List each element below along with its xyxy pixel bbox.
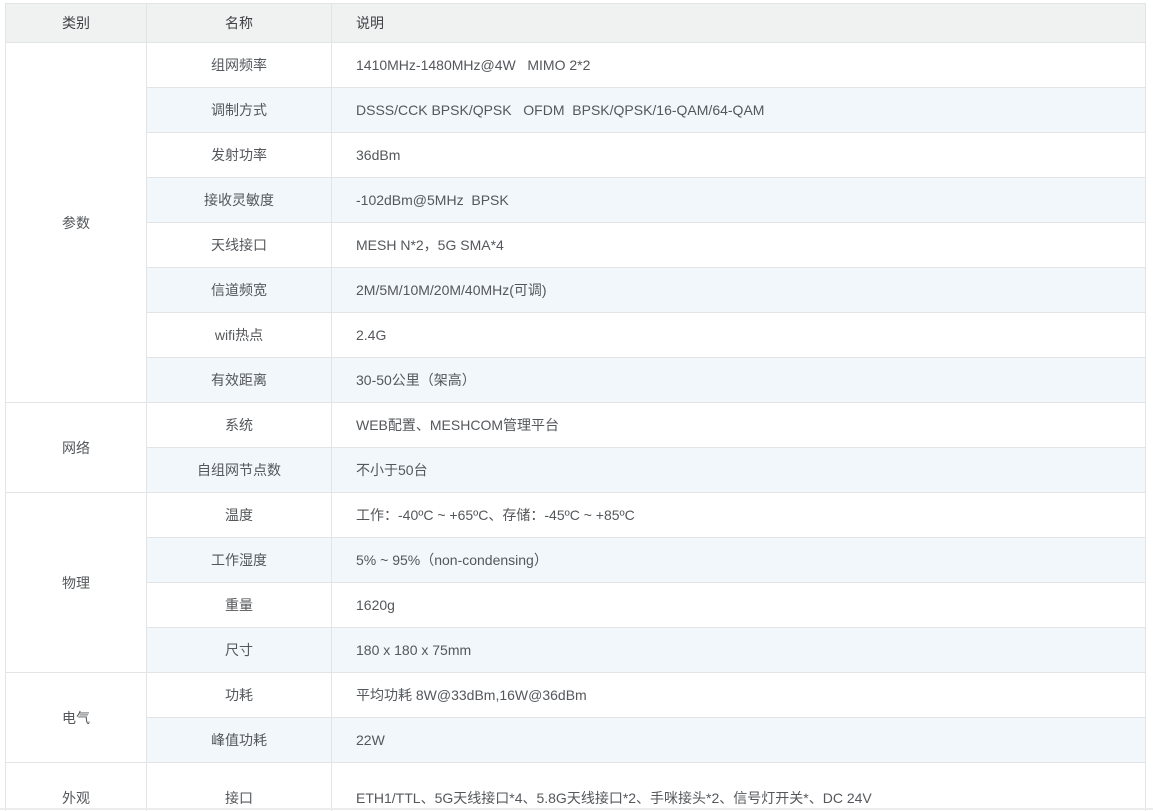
description-cell: 1410MHz-1480MHz@4W MIMO 2*2: [332, 43, 1146, 88]
description-cell: 30-50公里（架高）: [332, 358, 1146, 403]
name-cell: 尺寸: [147, 628, 332, 673]
name-cell: 组网频率: [147, 43, 332, 88]
description-cell: 2.4G: [332, 313, 1146, 358]
header-category: 类别: [6, 4, 147, 43]
table-row: 电气功耗平均功耗 8W@33dBm,16W@36dBm: [6, 673, 1146, 718]
bottom-divider: [0, 808, 1153, 810]
name-cell: 系统: [147, 403, 332, 448]
description-cell: 不小于50台: [332, 448, 1146, 493]
header-description: 说明: [332, 4, 1146, 43]
description-cell: ETH1/TTL、5G天线接口*4、5.8G天线接口*2、手咪接头*2、信号灯开…: [332, 763, 1146, 811]
category-cell: 参数: [6, 43, 147, 403]
name-cell: 工作湿度: [147, 538, 332, 583]
spec-table: 类别 名称 说明 参数组网频率1410MHz-1480MHz@4W MIMO 2…: [5, 3, 1146, 811]
table-row: 有效距离30-50公里（架高）: [6, 358, 1146, 403]
table-body: 参数组网频率1410MHz-1480MHz@4W MIMO 2*2调制方式DSS…: [6, 43, 1146, 811]
name-cell: 重量: [147, 583, 332, 628]
table-row: 信道频宽2M/5M/10M/20M/40MHz(可调): [6, 268, 1146, 313]
table-row: 尺寸180 x 180 x 75mm: [6, 628, 1146, 673]
description-cell: 平均功耗 8W@33dBm,16W@36dBm: [332, 673, 1146, 718]
header-row: 类别 名称 说明: [6, 4, 1146, 43]
name-cell: 调制方式: [147, 88, 332, 133]
name-cell: 发射功率: [147, 133, 332, 178]
table-row: 发射功率36dBm: [6, 133, 1146, 178]
table-row: 网络系统WEB配置、MESHCOM管理平台: [6, 403, 1146, 448]
description-cell: 2M/5M/10M/20M/40MHz(可调): [332, 268, 1146, 313]
table-row: wifi热点2.4G: [6, 313, 1146, 358]
name-cell: 自组网节点数: [147, 448, 332, 493]
header-name: 名称: [147, 4, 332, 43]
category-cell: 电气: [6, 673, 147, 763]
table-row: 重量1620g: [6, 583, 1146, 628]
description-cell: 22W: [332, 718, 1146, 763]
table-row: 峰值功耗22W: [6, 718, 1146, 763]
name-cell: 信道频宽: [147, 268, 332, 313]
name-cell: 温度: [147, 493, 332, 538]
description-cell: 36dBm: [332, 133, 1146, 178]
table-row: 外观接口ETH1/TTL、5G天线接口*4、5.8G天线接口*2、手咪接头*2、…: [6, 763, 1146, 811]
table-row: 物理温度工作：-40ºC ~ +65ºC、存储：-45ºC ~ +85ºC: [6, 493, 1146, 538]
description-cell: 工作：-40ºC ~ +65ºC、存储：-45ºC ~ +85ºC: [332, 493, 1146, 538]
table-row: 参数组网频率1410MHz-1480MHz@4W MIMO 2*2: [6, 43, 1146, 88]
name-cell: 接收灵敏度: [147, 178, 332, 223]
name-cell: 功耗: [147, 673, 332, 718]
description-cell: -102dBm@5MHz BPSK: [332, 178, 1146, 223]
name-cell: 峰值功耗: [147, 718, 332, 763]
category-cell: 物理: [6, 493, 147, 673]
table-row: 自组网节点数不小于50台: [6, 448, 1146, 493]
category-cell: 外观: [6, 763, 147, 811]
description-cell: 5% ~ 95%（non-condensing）: [332, 538, 1146, 583]
description-cell: MESH N*2，5G SMA*4: [332, 223, 1146, 268]
description-cell: 180 x 180 x 75mm: [332, 628, 1146, 673]
name-cell: 有效距离: [147, 358, 332, 403]
description-cell: WEB配置、MESHCOM管理平台: [332, 403, 1146, 448]
table-row: 调制方式DSSS/CCK BPSK/QPSK OFDM BPSK/QPSK/16…: [6, 88, 1146, 133]
table-row: 天线接口MESH N*2，5G SMA*4: [6, 223, 1146, 268]
category-cell: 网络: [6, 403, 147, 493]
table-row: 接收灵敏度-102dBm@5MHz BPSK: [6, 178, 1146, 223]
description-cell: DSSS/CCK BPSK/QPSK OFDM BPSK/QPSK/16-QAM…: [332, 88, 1146, 133]
name-cell: wifi热点: [147, 313, 332, 358]
description-cell: 1620g: [332, 583, 1146, 628]
name-cell: 接口: [147, 763, 332, 811]
table-row: 工作湿度5% ~ 95%（non-condensing）: [6, 538, 1146, 583]
name-cell: 天线接口: [147, 223, 332, 268]
spec-page: 类别 名称 说明 参数组网频率1410MHz-1480MHz@4W MIMO 2…: [0, 0, 1153, 811]
